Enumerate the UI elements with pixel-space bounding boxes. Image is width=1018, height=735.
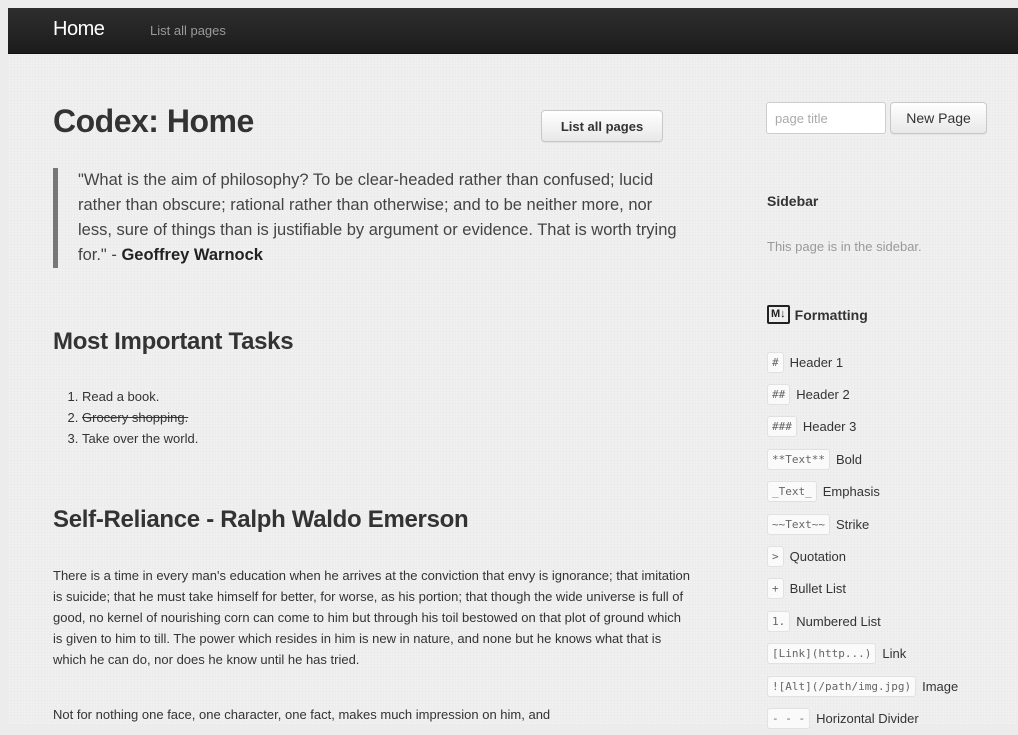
markdown-icon: M↓ <box>767 305 790 324</box>
formatting-code: **Text** <box>767 448 830 470</box>
list-all-pages-button[interactable]: List all pages <box>541 110 663 142</box>
formatting-code: > <box>767 546 784 568</box>
formatting-code: # <box>767 351 784 373</box>
formatting-item: 1. Numbered List <box>767 605 958 637</box>
formatting-item: - - - Horizontal Divider <box>767 702 958 734</box>
formatting-item: > Quotation <box>767 540 958 572</box>
formatting-label: Image <box>922 678 959 694</box>
formatting-heading: M↓ Formatting <box>767 305 868 324</box>
formatting-code: ### <box>767 416 797 438</box>
formatting-heading-label: Formatting <box>794 306 868 323</box>
nav-link-list-all-pages[interactable]: List all pages <box>150 23 226 38</box>
formatting-item: ### Header 3 <box>767 411 958 443</box>
formatting-label: Quotation <box>789 549 846 565</box>
formatting-item: **Text** Bold <box>767 443 958 475</box>
task-item-done: Grocery shopping. <box>82 407 198 428</box>
essay-heading: Self-Reliance - Ralph Waldo Emerson <box>53 506 469 533</box>
sidebar-heading: Sidebar <box>767 193 819 209</box>
top-navbar: Home List all pages <box>8 8 1018 54</box>
quote-author: Geoffrey Warnock <box>121 246 263 264</box>
new-page-button[interactable]: New Page <box>890 102 987 134</box>
formatting-label: Horizontal Divider <box>816 710 919 726</box>
nav-brand-home[interactable]: Home <box>53 18 105 41</box>
formatting-code: ~~Text~~ <box>767 513 830 535</box>
formatting-label: Bold <box>835 451 863 467</box>
tasks-heading: Most Important Tasks <box>53 328 294 355</box>
tasks-list: Read a book. Grocery shopping. Take over… <box>58 386 198 449</box>
formatting-label: Header 2 <box>796 387 850 403</box>
page-title-input[interactable] <box>766 102 886 134</box>
formatting-label: Strike <box>835 516 870 532</box>
formatting-item: # Header 1 <box>767 346 958 378</box>
formatting-list: # Header 1 ## Header 2 ### Header 3 **Text*… <box>767 346 958 735</box>
formatting-code: - - - <box>767 707 811 729</box>
formatting-item: ## Header 2 <box>767 378 958 410</box>
formatting-label: Header 3 <box>802 419 857 435</box>
formatting-item: ![Alt](/path/img.jpg) Image <box>767 670 958 702</box>
sidebar-note: This page is in the sidebar. <box>767 239 922 254</box>
task-item: Read a book. <box>82 386 198 407</box>
formatting-label: Link <box>882 646 907 662</box>
formatting-code: + <box>767 578 784 600</box>
formatting-item: ~~Text~~ Strike <box>767 508 958 540</box>
formatting-code: 1. <box>767 610 791 632</box>
formatting-code: [Link](http...) <box>767 643 877 665</box>
page-title: Codex: Home <box>53 103 254 139</box>
formatting-label: Header 1 <box>789 354 844 370</box>
task-item: Take over the world. <box>82 428 198 449</box>
formatting-code: ![Alt](/path/img.jpg) <box>767 675 917 697</box>
formatting-item: + Bullet List <box>767 573 958 605</box>
formatting-label: Bullet List <box>789 581 846 597</box>
essay-paragraph: There is a time in every man's education… <box>53 568 690 667</box>
formatting-item: [Link](http...) Link <box>767 638 958 670</box>
essay-paragraph: Not for nothing one face, one character,… <box>53 707 551 722</box>
formatting-code: ## <box>767 384 791 406</box>
quote-block: "What is the aim of philosophy? To be cl… <box>53 168 683 268</box>
formatting-label: Numbered List <box>796 613 881 629</box>
formatting-item: _Text_ Emphasis <box>767 476 958 508</box>
formatting-code: _Text_ <box>767 481 817 503</box>
formatting-label: Emphasis <box>822 484 880 500</box>
